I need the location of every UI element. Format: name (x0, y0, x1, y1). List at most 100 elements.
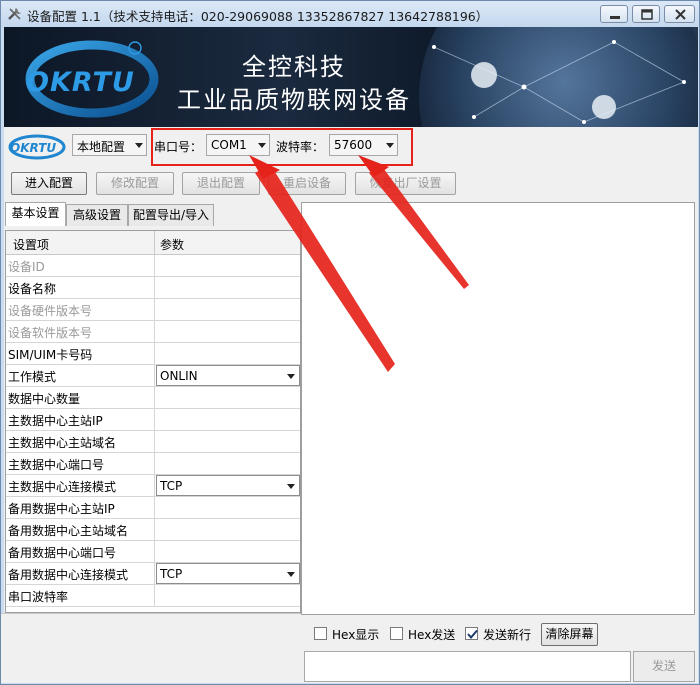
settings-grid: 设置项 参数 设备ID 设备名称 设备硬件版本号 设备软件版本号 SIM/UIM卡号码工… (5, 230, 301, 613)
row-setting-name: 设备硬件版本号 (8, 304, 93, 318)
column-separator (154, 231, 155, 255)
dropdown-arrow-icon (287, 484, 295, 489)
row-value-text: TCP (160, 567, 183, 581)
send-text-input[interactable] (304, 651, 631, 682)
config-mode-value: 本地配置 (77, 140, 126, 154)
row-value-cell[interactable]: TCP (154, 475, 300, 496)
row-value-cell[interactable] (154, 541, 300, 562)
window-title: 设备配置 1.1（技术支持电话：020-29069088 13352867827… (27, 9, 489, 24)
row-setting-name: 串口波特率 (8, 590, 69, 604)
row-value-cell[interactable] (154, 585, 300, 606)
minimize-button[interactable] (600, 5, 628, 23)
table-row[interactable]: 主数据中心主站IP (6, 409, 300, 431)
table-row[interactable]: 数据中心数量 (6, 387, 300, 409)
maximize-icon (641, 9, 653, 20)
hex-display-checkbox[interactable] (314, 627, 327, 640)
brand-banner: OKRTU 全控科技 工业品质物联网设备 (4, 27, 698, 127)
close-button[interactable] (664, 5, 695, 23)
maximize-button[interactable] (632, 5, 660, 23)
tab-basic-settings[interactable]: 基本设置 (5, 202, 66, 226)
row-value-cell[interactable] (154, 343, 300, 364)
row-setting-name: SIM/UIM卡号码 (8, 348, 93, 362)
main-window: 设备配置 1.1（技术支持电话：020-29069088 13352867827… (0, 0, 700, 685)
table-row[interactable]: SIM/UIM卡号码 (6, 343, 300, 365)
table-row[interactable]: 主数据中心端口号 (6, 453, 300, 475)
dropdown-arrow-icon (287, 374, 295, 379)
row-setting-name: 备用数据中心连接模式 (8, 568, 129, 582)
brand-line-1: 全控科技 (242, 53, 346, 81)
row-value-cell[interactable]: TCP (154, 563, 300, 584)
row-value-cell[interactable] (154, 387, 300, 408)
exit-config-button[interactable]: 退出配置 (182, 172, 260, 195)
row-setting-name: 工作模式 (8, 370, 57, 384)
table-row[interactable]: 备用数据中心主站IP (6, 497, 300, 519)
row-value-text: TCP (160, 479, 183, 493)
small-logo-text: OKRTU (10, 141, 56, 155)
dropdown-arrow-icon (287, 572, 295, 577)
table-row[interactable]: 主数据中心连接模式 TCP (6, 475, 300, 497)
hex-send-checkbox[interactable] (390, 627, 403, 640)
row-setting-name: 设备名称 (8, 282, 57, 296)
banner-logo-text: OKRTU (26, 67, 135, 98)
send-button[interactable]: 发送 (633, 651, 695, 682)
restart-device-button[interactable]: 重启设备 (268, 172, 346, 195)
close-icon (675, 9, 686, 20)
tab-advanced-settings[interactable]: 高级设置 (66, 204, 128, 226)
row-setting-name: 主数据中心主站域名 (8, 436, 117, 450)
factory-reset-button[interactable]: 恢复出厂设置 (355, 172, 456, 195)
row-value-dropdown[interactable]: TCP (156, 563, 300, 584)
row-setting-name: 设备ID (8, 260, 45, 274)
brand-line-2: 工业品质物联网设备 (177, 86, 411, 114)
table-row[interactable]: 设备软件版本号 (6, 321, 300, 343)
enter-config-button[interactable]: 进入配置 (11, 172, 87, 195)
table-row[interactable]: 串口波特率 (6, 585, 300, 607)
table-row[interactable]: 备用数据中心连接模式 TCP (6, 563, 300, 585)
minimize-icon (610, 16, 620, 19)
hex-send-label: Hex发送 (408, 628, 456, 642)
dropdown-arrow-icon (135, 143, 143, 148)
table-row[interactable]: 工作模式 ONLIN (6, 365, 300, 387)
row-value-cell[interactable] (154, 409, 300, 430)
modify-config-button[interactable]: 修改配置 (96, 172, 174, 195)
column-header-value: 参数 (160, 238, 185, 252)
table-row[interactable]: 设备硬件版本号 (6, 299, 300, 321)
row-setting-name: 主数据中心端口号 (8, 458, 105, 472)
row-setting-name: 主数据中心连接模式 (8, 480, 117, 494)
row-value-cell[interactable]: ONLIN (154, 365, 300, 386)
table-row[interactable]: 备用数据中心主站域名 (6, 519, 300, 541)
row-setting-name: 设备软件版本号 (8, 326, 93, 340)
row-value-cell[interactable] (154, 321, 300, 342)
grid-header: 设置项 参数 (6, 231, 300, 255)
checkmark-icon (467, 629, 478, 640)
table-row[interactable]: 设备名称 (6, 277, 300, 299)
wind-turbine-icon (592, 95, 616, 119)
row-setting-name: 备用数据中心端口号 (8, 546, 117, 560)
row-setting-name: 备用数据中心主站IP (8, 502, 115, 516)
row-value-cell[interactable] (154, 431, 300, 452)
row-value-dropdown[interactable]: ONLIN (156, 365, 300, 386)
column-header-setting: 设置项 (13, 238, 50, 252)
annotation-highlight-box (151, 128, 413, 166)
clear-screen-button[interactable]: 清除屏幕 (541, 623, 598, 646)
row-setting-name: 数据中心数量 (8, 392, 81, 406)
table-row[interactable]: 设备ID (6, 255, 300, 277)
title-bar: 设备配置 1.1（技术支持电话：020-29069088 13352867827… (1, 1, 699, 27)
row-setting-name: 主数据中心主站IP (8, 414, 103, 428)
row-value-cell[interactable] (154, 519, 300, 540)
send-newline-checkbox[interactable] (465, 627, 478, 640)
row-setting-name: 备用数据中心主站域名 (8, 524, 129, 538)
tab-config-export-import[interactable]: 配置导出/导入 (128, 204, 214, 226)
row-value-cell[interactable] (154, 453, 300, 474)
serial-output-console[interactable] (301, 202, 695, 615)
config-mode-select[interactable]: 本地配置 (72, 134, 147, 156)
row-value-cell[interactable] (154, 277, 300, 298)
globe-graphic (419, 27, 698, 127)
row-value-cell[interactable] (154, 255, 300, 276)
row-value-cell[interactable] (154, 299, 300, 320)
row-value-cell[interactable] (154, 497, 300, 518)
table-row[interactable]: 备用数据中心端口号 (6, 541, 300, 563)
satellite-dish-icon (471, 62, 497, 88)
row-value-dropdown[interactable]: TCP (156, 475, 300, 496)
table-row[interactable]: 主数据中心主站域名 (6, 431, 300, 453)
hex-display-label: Hex显示 (332, 628, 380, 642)
